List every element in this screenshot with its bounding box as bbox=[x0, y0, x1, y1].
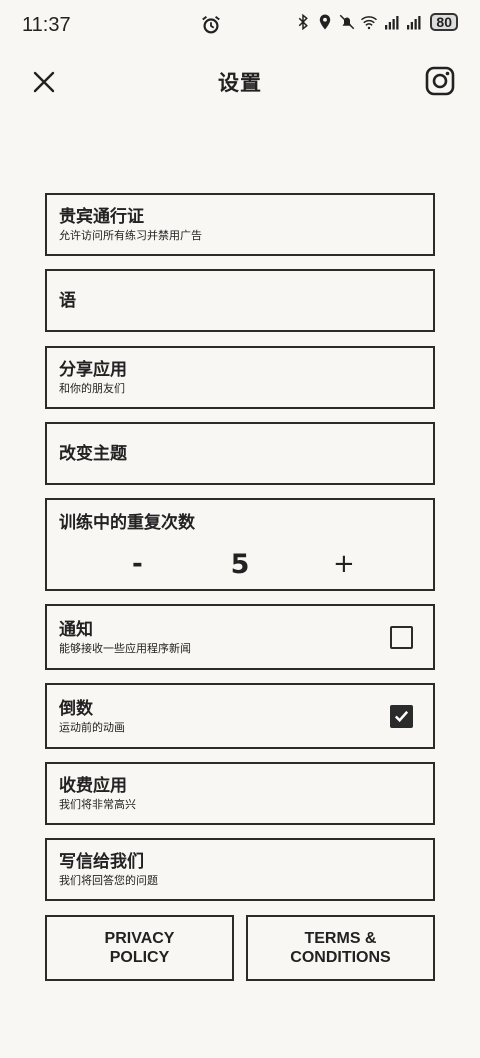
status-time: 11:37 bbox=[22, 13, 71, 36]
privacy-policy-label: PRIVACY POLICY bbox=[105, 929, 175, 967]
privacy-policy-line2: POLICY bbox=[109, 949, 170, 966]
close-icon[interactable] bbox=[30, 68, 58, 96]
write-to-us-title: 写信给我们 bbox=[59, 852, 144, 872]
reps-minus-button[interactable]: - bbox=[132, 549, 143, 579]
bluetooth-icon bbox=[299, 13, 309, 31]
change-theme-title: 改变主题 bbox=[59, 443, 127, 464]
signal-4g-icon bbox=[407, 16, 421, 30]
notifications-checkbox[interactable] bbox=[390, 626, 413, 649]
countdown-checkbox[interactable] bbox=[390, 705, 413, 728]
paid-app-item[interactable]: 收费应用 我们将非常高兴 bbox=[45, 762, 435, 825]
wifi-icon bbox=[361, 16, 378, 30]
paid-app-title: 收费应用 bbox=[59, 776, 127, 796]
share-app-item[interactable]: 分享应用 和你的朋友们 bbox=[45, 346, 435, 409]
vip-pass-subtitle: 允许访问所有练习并禁用广告 bbox=[59, 229, 202, 242]
terms-conditions-line2: CONDITIONS bbox=[290, 949, 391, 966]
page-title: 设置 bbox=[218, 71, 262, 95]
reps-stepper: 5 - + bbox=[47, 548, 433, 580]
signal-4g-icon bbox=[385, 16, 399, 30]
vip-pass-item[interactable]: 贵宾通行证 允许访问所有练习并禁用广告 bbox=[45, 193, 435, 256]
status-icons: 80 bbox=[294, 13, 458, 31]
reps-title: 训练中的重复次数 bbox=[59, 513, 195, 533]
terms-conditions-button[interactable]: TERMS & CONDITIONS bbox=[246, 915, 435, 981]
checkmark-icon bbox=[394, 710, 409, 723]
status-bar: 11:37 80 bbox=[0, 0, 480, 50]
mute-icon bbox=[340, 14, 355, 30]
location-icon bbox=[320, 14, 331, 30]
notifications-item[interactable]: 通知 能够接收一些应用程序新闻 bbox=[45, 604, 435, 670]
write-to-us-item[interactable]: 写信给我们 我们将回答您的问题 bbox=[45, 838, 435, 901]
countdown-title: 倒数 bbox=[59, 698, 93, 719]
header: 设置 bbox=[0, 56, 480, 108]
language-title: 语 bbox=[59, 290, 76, 311]
alarm-icon bbox=[202, 15, 220, 34]
reps-value: 5 bbox=[230, 548, 250, 580]
countdown-item[interactable]: 倒数 运动前的动画 bbox=[45, 683, 435, 749]
paid-app-subtitle: 我们将非常高兴 bbox=[59, 798, 136, 811]
reps-item: 训练中的重复次数 5 - + bbox=[45, 498, 435, 591]
instagram-icon[interactable] bbox=[424, 65, 456, 97]
privacy-policy-button[interactable]: PRIVACY POLICY bbox=[45, 915, 234, 981]
privacy-policy-line1: PRIVACY bbox=[104, 930, 175, 947]
countdown-subtitle: 运动前的动画 bbox=[59, 720, 125, 734]
terms-conditions-line1: TERMS & bbox=[304, 930, 377, 947]
vip-pass-title: 贵宾通行证 bbox=[59, 207, 144, 227]
share-app-title: 分享应用 bbox=[59, 360, 127, 380]
share-app-subtitle: 和你的朋友们 bbox=[59, 382, 125, 395]
notifications-subtitle: 能够接收一些应用程序新闻 bbox=[59, 641, 191, 655]
battery-icon: 80 bbox=[430, 13, 458, 31]
reps-plus-button[interactable]: + bbox=[333, 549, 355, 579]
terms-conditions-label: TERMS & CONDITIONS bbox=[290, 929, 390, 967]
notifications-title: 通知 bbox=[59, 619, 93, 640]
language-item[interactable]: 语 bbox=[45, 269, 435, 332]
write-to-us-subtitle: 我们将回答您的问题 bbox=[59, 874, 158, 887]
change-theme-item[interactable]: 改变主题 bbox=[45, 422, 435, 485]
